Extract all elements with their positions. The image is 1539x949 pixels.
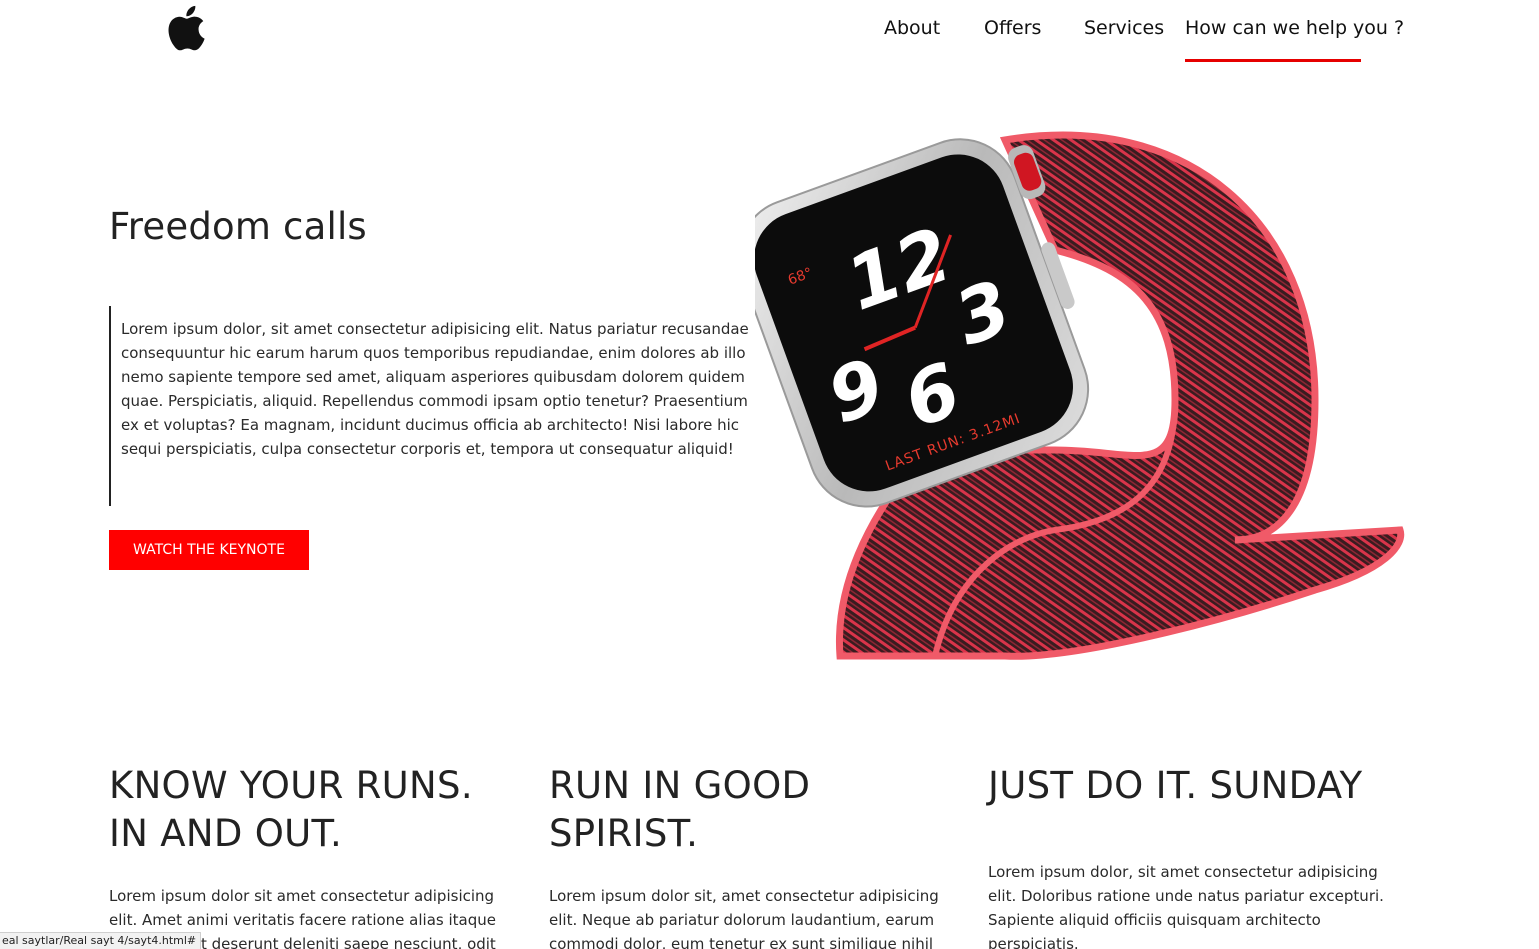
active-nav-underline (1185, 59, 1361, 62)
browser-status-url: eal saytlar/Real sayt 4/sayt4.html# (0, 932, 202, 949)
feature-text: Lorem ipsum dolor sit, amet consectetur … (549, 887, 939, 949)
feature-run-good-spirit: RUN IN GOOD SPIRIST. Lorem ipsum dolor s… (549, 762, 959, 949)
feature-just-do-it: JUST DO IT. SUNDAY Lorem ipsum dolor, si… (988, 762, 1398, 949)
feature-title-line: SPIRIST. (549, 812, 699, 855)
feature-title-line: KNOW YOUR RUNS. (109, 764, 473, 807)
watch-keynote-button[interactable]: WATCH THE KEYNOTE (109, 530, 309, 570)
nav-help[interactable]: How can we help you ? (1185, 17, 1404, 39)
feature-title: JUST DO IT. SUNDAY (988, 762, 1398, 810)
feature-know-your-runs: KNOW YOUR RUNS. IN AND OUT. Lorem ipsum … (109, 762, 519, 949)
nav-services[interactable]: Services (1084, 17, 1164, 39)
hero-quote: Lorem ipsum dolor, sit amet consectetur … (109, 306, 749, 506)
apple-logo-icon[interactable] (160, 0, 216, 56)
nav-offers[interactable]: Offers (984, 17, 1041, 39)
hero-title: Freedom calls (109, 205, 367, 248)
feature-text: Lorem ipsum dolor, sit amet consectetur … (988, 863, 1384, 949)
feature-title-line: IN AND OUT. (109, 812, 343, 855)
feature-title-line: RUN IN GOOD (549, 764, 811, 807)
feature-title-line: JUST DO IT. SUNDAY (988, 764, 1363, 807)
feature-title: KNOW YOUR RUNS. IN AND OUT. (109, 762, 519, 858)
apple-watch-nike-image: 68° 12 3 9 6 LAST RUN: 3.12MI (755, 131, 1405, 660)
hero-description: Lorem ipsum dolor, sit amet consectetur … (121, 320, 749, 458)
nav-about[interactable]: About (884, 17, 940, 39)
feature-title: RUN IN GOOD SPIRIST. (549, 762, 959, 858)
